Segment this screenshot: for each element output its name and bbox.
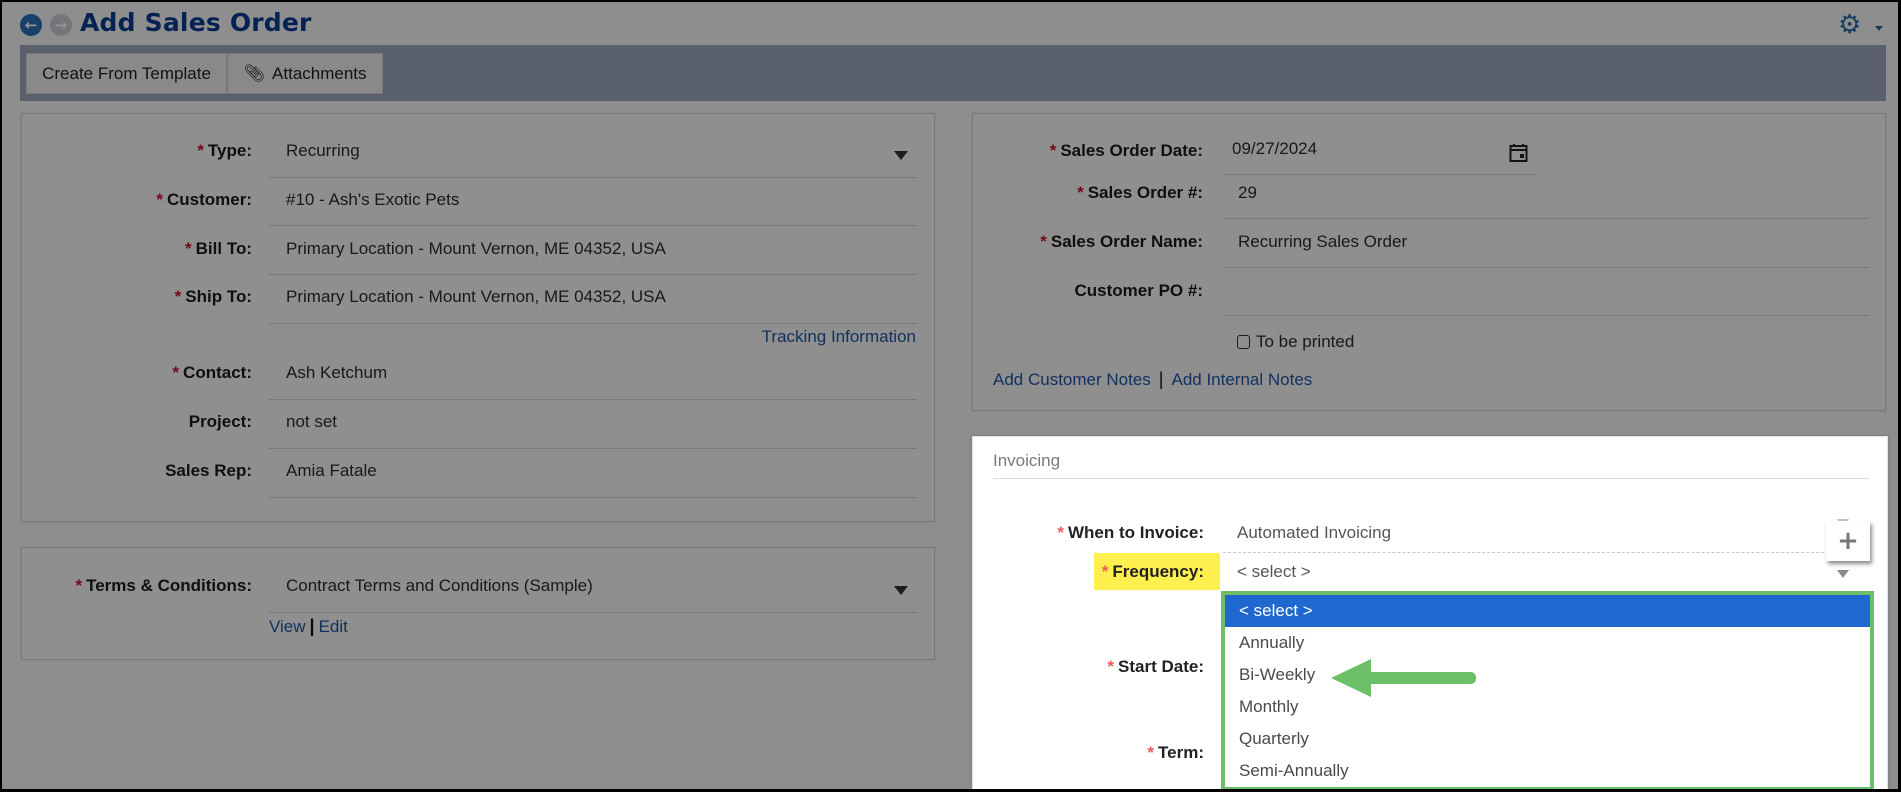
when-to-invoice-select[interactable]: Automated Invoicing <box>1237 523 1391 543</box>
add-button[interactable]: + <box>1826 521 1870 561</box>
frequency-dropdown-list[interactable]: < select > Annually Bi-Weekly Monthly Qu… <box>1221 591 1874 789</box>
frequency-option[interactable]: Quarterly <box>1225 723 1870 755</box>
when-to-invoice-label: * When to Invoice: <box>1057 523 1204 542</box>
annotation-arrow-icon <box>1331 659 1476 697</box>
frequency-option[interactable]: Bi-Weekly <box>1225 659 1870 691</box>
plus-icon: + <box>1837 526 1859 556</box>
invoicing-panel: Invoicing * When to Invoice: Automated In… <box>972 436 1888 789</box>
frequency-option[interactable]: < select > <box>1225 595 1870 627</box>
frequency-option[interactable]: Semi-Annually <box>1225 755 1870 787</box>
frequency-option[interactable]: Annually <box>1225 627 1870 659</box>
frequency-option[interactable]: Monthly <box>1225 691 1870 723</box>
chevron-down-icon[interactable] <box>1837 570 1849 578</box>
app-window: ← → Add Sales Order ⚙ Create From Templa… <box>2 2 1898 789</box>
divider <box>1223 552 1869 553</box>
frequency-select[interactable]: < select > <box>1237 562 1311 582</box>
invoicing-title: Invoicing <box>993 451 1061 470</box>
term-label: * Term: <box>1147 743 1204 762</box>
frequency-label: * Frequency: <box>1101 562 1204 581</box>
divider <box>993 478 1869 479</box>
start-date-label: * Start Date: <box>1107 657 1204 676</box>
